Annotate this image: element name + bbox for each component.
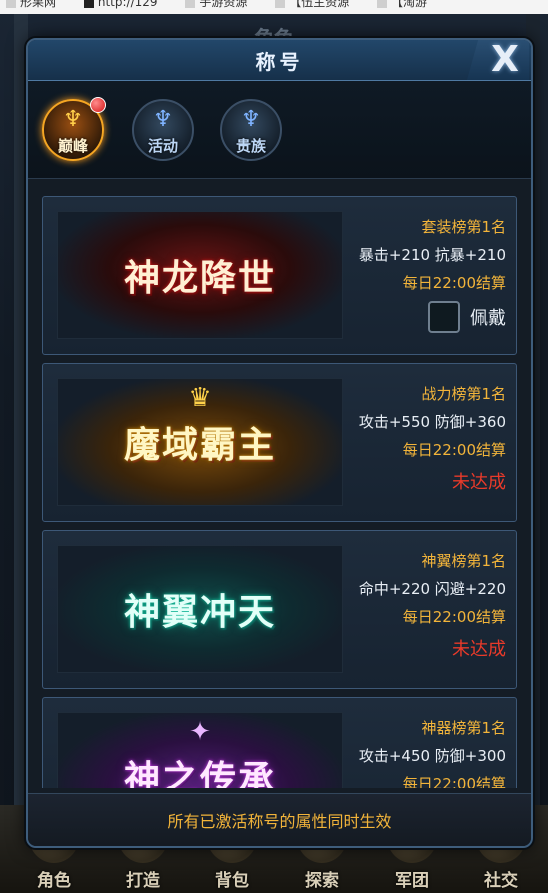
settle-time: 每日22:00结算 xyxy=(402,274,506,292)
bookmark-item[interactable]: 手游资源 xyxy=(179,0,247,8)
equip-label: 佩戴 xyxy=(470,308,506,329)
bookmark-item[interactable]: 【淘游 xyxy=(371,0,427,8)
bookmark-item[interactable]: 形果网 xyxy=(0,0,56,8)
equip-checkbox[interactable] xyxy=(428,301,460,333)
flame-icon: ♆ xyxy=(241,107,261,132)
notification-dot xyxy=(90,97,106,113)
tab-noble[interactable]: ♆ 贵族 xyxy=(220,99,282,161)
browser-bookmarks-bar: 形果网 http://129 手游资源 【伍主资源 【淘游 xyxy=(0,0,548,14)
settle-time: 每日22:00结算 xyxy=(402,441,506,459)
status-text: 未达成 xyxy=(452,639,506,660)
title-info: 套装榜第1名 暴击+210 抗暴+210 每日22:00结算 佩戴 xyxy=(346,213,506,333)
title-stats: 暴击+210 抗暴+210 xyxy=(358,246,506,264)
title-card: ♛ 魔域霸主 战力榜第1名 攻击+550 防御+360 每日22:00结算 未达… xyxy=(42,363,517,522)
title-card: 神龙降世 套装榜第1名 暴击+210 抗暴+210 每日22:00结算 佩戴 xyxy=(42,196,517,355)
page-icon xyxy=(377,0,388,8)
spark-icon: ✦ xyxy=(189,717,211,747)
title-artwork: 神龙降世 xyxy=(57,211,343,339)
title-name: 神翼冲天 xyxy=(123,591,276,633)
title-rank: 套装榜第1名 xyxy=(421,218,506,236)
title-stats: 命中+220 闪避+220 xyxy=(358,580,506,598)
category-tabs: ♆ 巅峰 ♆ 活动 ♆ 贵族 xyxy=(28,81,531,179)
title-rank: 神器榜第1名 xyxy=(421,719,506,737)
page-icon xyxy=(6,0,16,8)
title-name: 魔域霸主 xyxy=(123,424,276,466)
bookmark-item[interactable]: http://129 xyxy=(78,0,158,8)
title-name: 神之传承 xyxy=(123,758,276,788)
title-info: 战力榜第1名 攻击+550 防御+360 每日22:00结算 未达成 xyxy=(346,380,506,500)
tab-peak[interactable]: ♆ 巅峰 xyxy=(42,97,106,161)
dialog-title: 称号 xyxy=(255,50,304,74)
bookmark-item[interactable]: 【伍主资源 xyxy=(269,0,349,8)
tab-event[interactable]: ♆ 活动 xyxy=(132,99,194,161)
title-dialog: 称号 X ♆ 巅峰 ♆ 活动 ♆ 贵族 神龙降世 套装榜第1名 暴击+210 抗… xyxy=(26,38,533,848)
title-artwork: ✦ 神之传承 xyxy=(57,712,343,788)
title-rank: 神翼榜第1名 xyxy=(421,552,506,570)
flame-icon: ♆ xyxy=(153,107,173,132)
footer-note: 所有已激活称号的属性同时生效 xyxy=(167,812,392,831)
dialog-footer: 所有已激活称号的属性同时生效 xyxy=(28,793,531,846)
equip-toggle[interactable]: 佩戴 xyxy=(346,301,506,333)
title-rank: 战力榜第1名 xyxy=(421,385,506,403)
settle-time: 每日22:00结算 xyxy=(402,775,506,788)
page-icon xyxy=(185,0,196,8)
flame-icon: ♆ xyxy=(63,107,83,132)
title-info: 神器榜第1名 攻击+450 防御+300 每日22:00结算 xyxy=(346,714,506,788)
title-stats: 攻击+450 防御+300 xyxy=(358,747,506,765)
title-list[interactable]: 神龙降世 套装榜第1名 暴击+210 抗暴+210 每日22:00结算 佩戴 ♛… xyxy=(42,196,517,788)
settle-time: 每日22:00结算 xyxy=(402,608,506,626)
page-icon xyxy=(83,0,94,8)
title-name: 神龙降世 xyxy=(123,257,276,299)
crown-icon: ♛ xyxy=(188,383,212,413)
title-card: ✦ 神之传承 神器榜第1名 攻击+450 防御+300 每日22:00结算 xyxy=(42,697,517,788)
title-info: 神翼榜第1名 命中+220 闪避+220 每日22:00结算 未达成 xyxy=(346,547,506,667)
close-icon: X xyxy=(491,39,519,80)
title-stats: 攻击+550 防御+360 xyxy=(358,413,506,431)
dialog-titlebar: 称号 X xyxy=(28,40,531,81)
title-card: 神翼冲天 神翼榜第1名 命中+220 闪避+220 每日22:00结算 未达成 xyxy=(42,530,517,689)
page-icon xyxy=(275,0,286,8)
status-text: 未达成 xyxy=(452,472,506,493)
title-artwork: ♛ 魔域霸主 xyxy=(57,378,343,506)
title-artwork: 神翼冲天 xyxy=(57,545,343,673)
